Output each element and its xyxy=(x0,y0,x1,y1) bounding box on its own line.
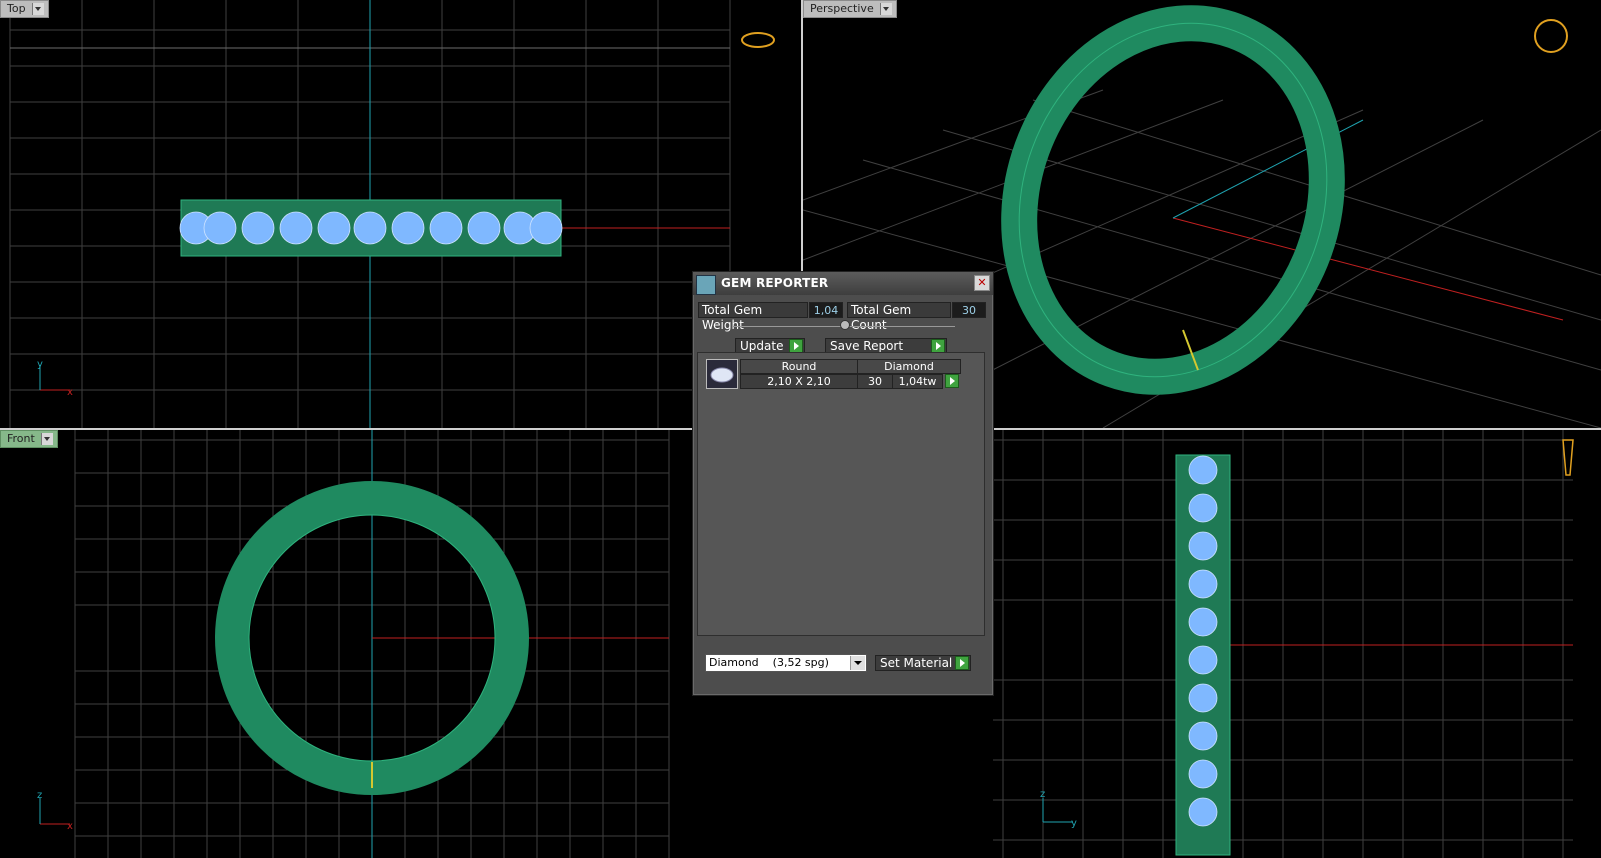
viewport-front[interactable]: x z Front xyxy=(0,430,692,858)
gem-reporter-icon xyxy=(696,275,716,295)
svg-text:x: x xyxy=(67,821,73,832)
gem-material-header: Diamond xyxy=(857,359,961,374)
viewport-label-front[interactable]: Front xyxy=(0,430,58,448)
viewport-label-perspective[interactable]: Perspective xyxy=(803,0,897,18)
save-report-go-icon[interactable] xyxy=(931,339,945,353)
ring-orientation-icon xyxy=(741,32,775,48)
round-gem-thumbnail-icon xyxy=(706,359,738,389)
gem-shape-header: Round xyxy=(740,359,858,374)
dialog-title: GEM REPORTER xyxy=(721,276,829,290)
material-select-value: Diamond (3,52 spg) xyxy=(709,656,829,669)
total-gem-weight-label: Total Gem Weight xyxy=(698,302,808,332)
set-material-button-label: Set Material xyxy=(880,656,953,670)
right-view-canvas: y z xyxy=(993,430,1574,858)
viewport-right[interactable]: y z xyxy=(993,430,1601,858)
update-go-icon[interactable] xyxy=(789,339,803,353)
chevron-down-icon[interactable] xyxy=(40,433,53,445)
viewport-top[interactable]: x y Top xyxy=(0,0,801,428)
viewport-label-text: Front xyxy=(7,432,35,445)
top-view-canvas: x y xyxy=(9,0,775,428)
viewport-label-text: Perspective xyxy=(810,2,874,15)
gem-list-panel[interactable]: Round Diamond 2,10 X 2,10 30 1,04tw xyxy=(697,352,985,636)
material-select[interactable]: Diamond (3,52 spg) xyxy=(705,654,867,672)
viewport-label-text: Top xyxy=(7,2,26,15)
gem-weight-cell: 1,04tw xyxy=(892,374,943,389)
ring-orientation-icon xyxy=(1534,19,1568,53)
gem-count-cell: 30 xyxy=(857,374,893,389)
svg-text:z: z xyxy=(37,790,42,801)
front-view-canvas: x z xyxy=(37,430,670,858)
splitter-handle[interactable] xyxy=(840,320,850,330)
chevron-down-icon[interactable] xyxy=(879,3,892,15)
set-material-go-icon[interactable] xyxy=(955,656,969,670)
gem-reporter-dialog: GEM REPORTER ✕ Total Gem Weight 1,04 Tot… xyxy=(692,271,994,696)
dialog-titlebar[interactable]: GEM REPORTER ✕ xyxy=(693,272,993,295)
svg-text:z: z xyxy=(1040,789,1045,800)
close-icon: ✕ xyxy=(977,276,987,289)
svg-text:y: y xyxy=(1071,818,1077,829)
svg-text:x: x xyxy=(67,387,73,398)
total-gem-count-label: Total Gem Count xyxy=(847,302,951,332)
update-button-label: Update xyxy=(740,339,784,353)
svg-text:y: y xyxy=(37,359,43,370)
save-report-button-label: Save Report xyxy=(830,339,904,353)
ring-orientation-icon xyxy=(1562,439,1574,476)
gem-row-go-icon[interactable] xyxy=(945,374,959,388)
chevron-down-icon[interactable] xyxy=(31,3,44,15)
gem-size-cell: 2,10 X 2,10 xyxy=(740,374,858,389)
chevron-down-icon[interactable] xyxy=(850,656,865,670)
total-gem-count-value: 30 xyxy=(952,302,986,318)
close-button[interactable]: ✕ xyxy=(974,275,990,291)
total-gem-weight-value: 1,04 xyxy=(809,302,843,318)
viewport-label-top[interactable]: Top xyxy=(0,0,49,18)
